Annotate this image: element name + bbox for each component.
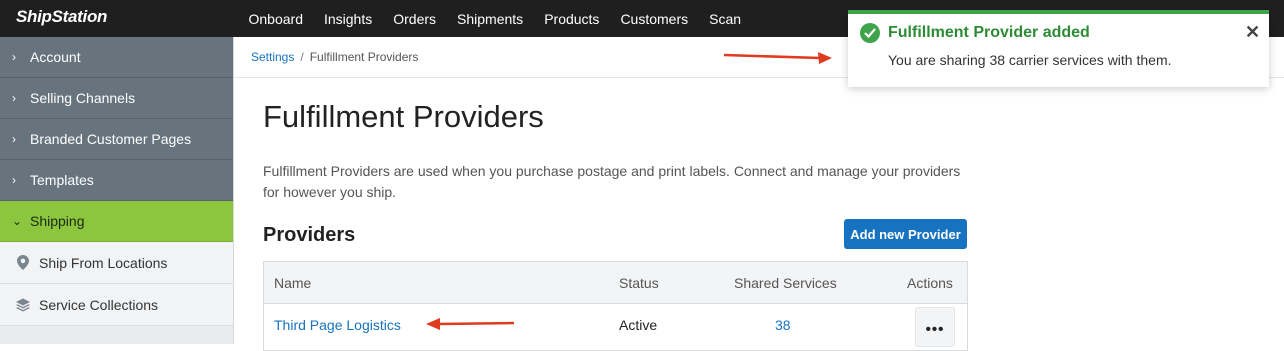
chevron-right-icon: › xyxy=(12,50,16,64)
row-actions-button[interactable]: ••• xyxy=(915,307,955,347)
sidebar-item-account[interactable]: › Account xyxy=(0,37,233,78)
provider-name-link[interactable]: Third Page Logistics xyxy=(274,317,401,333)
column-header-actions: Actions xyxy=(907,275,953,291)
close-icon[interactable]: ✕ xyxy=(1245,22,1260,43)
column-header-status[interactable]: Status xyxy=(619,275,659,291)
column-header-shared-services[interactable]: Shared Services xyxy=(734,275,837,291)
column-header-name[interactable]: Name xyxy=(274,275,311,291)
breadcrumb-current: Fulfillment Providers xyxy=(309,50,419,64)
nav-shipments[interactable]: Shipments xyxy=(457,11,523,27)
nav-orders[interactable]: Orders xyxy=(393,11,436,27)
sidebar-item-label: Account xyxy=(30,49,81,65)
nav-insights[interactable]: Insights xyxy=(324,11,372,27)
sidebar-subitem-service-collections[interactable]: Service Collections xyxy=(0,284,233,326)
sidebar-item-shipping[interactable]: ⌄ Shipping xyxy=(0,201,233,242)
chevron-right-icon: › xyxy=(12,91,16,105)
add-new-provider-button[interactable]: Add new Provider xyxy=(844,219,967,249)
check-circle-icon xyxy=(860,23,880,43)
nav-products[interactable]: Products xyxy=(544,11,599,27)
sidebar-subitem-label: Ship From Locations xyxy=(39,254,168,271)
sidebar-item-templates[interactable]: › Templates xyxy=(0,160,233,201)
main-nav: Onboard Insights Orders Shipments Produc… xyxy=(238,0,752,37)
sidebar-item-label: Branded Customer Pages xyxy=(30,131,192,147)
breadcrumb-settings-link[interactable]: Settings xyxy=(251,50,294,64)
sidebar-item-label: Shipping xyxy=(30,213,85,229)
map-pin-icon xyxy=(16,255,30,270)
logo-text: ShipStation xyxy=(16,7,108,26)
breadcrumb-separator: / xyxy=(300,50,304,64)
more-horizontal-icon: ••• xyxy=(925,321,945,338)
sidebar-subitem-ship-from-locations[interactable]: Ship From Locations xyxy=(0,242,233,284)
toast-message: You are sharing 38 carrier services with… xyxy=(888,52,1172,68)
page-description: Fulfillment Providers are used when you … xyxy=(263,163,961,200)
nav-onboard[interactable]: Onboard xyxy=(249,11,303,27)
annotation-arrow-left xyxy=(426,318,515,330)
chevron-right-icon: › xyxy=(12,173,16,187)
sidebar-item-selling-channels[interactable]: › Selling Channels xyxy=(0,78,233,119)
chevron-down-icon: ⌄ xyxy=(12,214,23,228)
providers-section-title: Providers xyxy=(263,224,356,246)
table-row: Third Page Logistics Active 38 ••• xyxy=(264,304,967,350)
toast-title: Fulfillment Provider added xyxy=(888,24,1090,41)
settings-sidebar: › Account › Selling Channels › Branded C… xyxy=(0,37,234,344)
nav-scan[interactable]: Scan xyxy=(709,11,741,27)
sidebar-item-label: Selling Channels xyxy=(30,90,136,106)
shipstation-logo[interactable]: ShipStation xyxy=(16,7,107,27)
layers-icon xyxy=(16,297,30,312)
annotation-arrow-right xyxy=(723,52,832,64)
page-title: Fulfillment Providers xyxy=(263,99,544,134)
nav-customers[interactable]: Customers xyxy=(620,11,688,27)
providers-table: Name Status Shared Services Actions Thir… xyxy=(263,261,968,351)
sidebar-subitem-label: Service Collections xyxy=(39,296,159,313)
success-toast: Fulfillment Provider added You are shari… xyxy=(848,10,1269,87)
table-header: Name Status Shared Services Actions xyxy=(264,262,967,304)
chevron-right-icon: › xyxy=(12,132,16,146)
sidebar-item-label: Templates xyxy=(30,172,94,188)
sidebar-item-branded-customer-pages[interactable]: › Branded Customer Pages xyxy=(0,119,233,160)
shared-services-count-link[interactable]: 38 xyxy=(775,317,791,333)
provider-status: Active xyxy=(619,317,658,333)
